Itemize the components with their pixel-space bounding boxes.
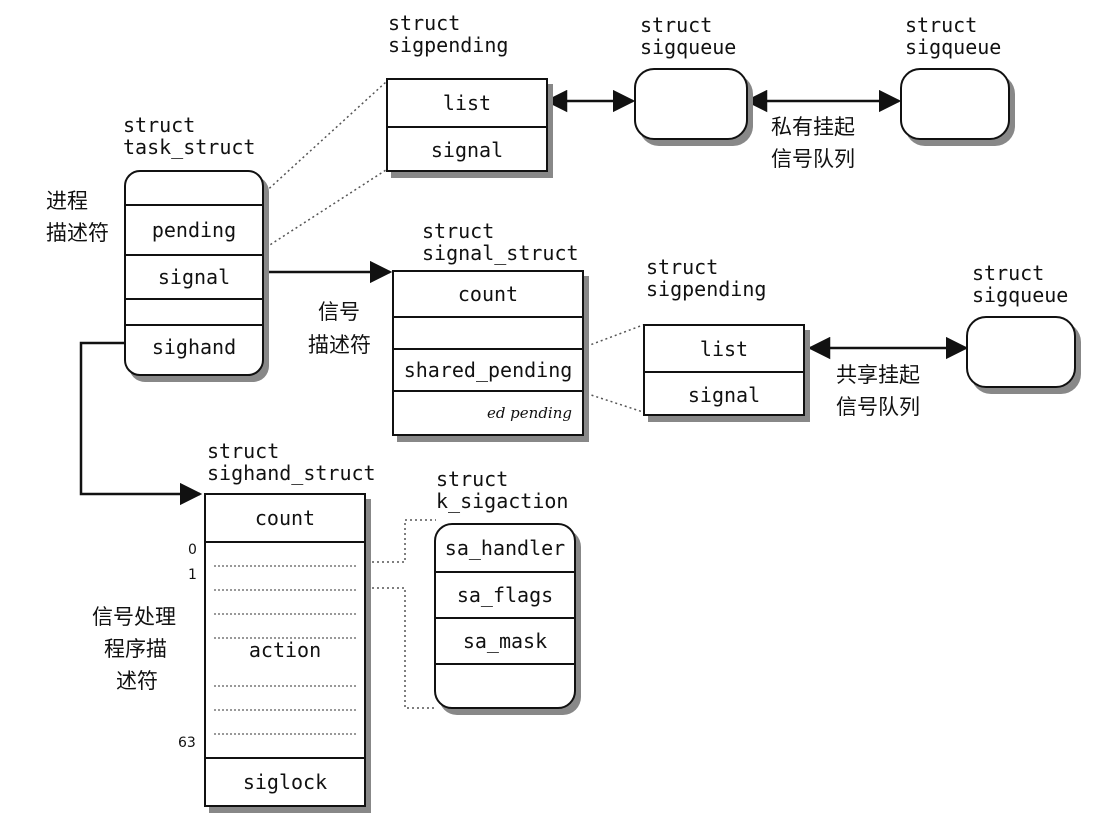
sigpending-shared-label: struct sigpending bbox=[646, 255, 767, 301]
action-entry-divider bbox=[214, 685, 356, 687]
sigpending-top-list-cell: list bbox=[442, 91, 492, 115]
action-entry-divider bbox=[214, 709, 356, 711]
task-struct-signal-cell: signal bbox=[126, 254, 262, 298]
sigqueue-2-box bbox=[900, 68, 1010, 140]
sigqueue-1-box bbox=[634, 68, 748, 140]
shared-leader-top bbox=[581, 324, 644, 349]
sigpending-shared-box: list signal bbox=[643, 324, 805, 416]
process-desc-label-1: 进程 bbox=[46, 189, 88, 213]
action-index-63: 63 bbox=[178, 735, 196, 751]
action-index-1: 1 bbox=[188, 567, 197, 583]
signal-struct-label: struct signal_struct bbox=[422, 219, 579, 265]
sigqueue-shared-label: struct sigqueue bbox=[972, 261, 1069, 307]
handler-desc-label-2: 程序描 bbox=[104, 637, 167, 661]
pending-leader-top bbox=[261, 81, 387, 196]
signal-structures-diagram: struct task_struct 进程 描述符 pending signal… bbox=[0, 0, 1114, 833]
action-leader-top bbox=[372, 519, 436, 563]
k-sigaction-sa-mask-cell: sa_mask bbox=[436, 617, 574, 663]
shared-queue-label-1: 共享挂起 bbox=[836, 363, 920, 387]
shared-queue-label-2: 信号队列 bbox=[836, 395, 920, 419]
action-entry-divider bbox=[214, 637, 356, 639]
sigpending-top-signal-cell: signal bbox=[388, 126, 546, 172]
sigpending-top-label: struct sigpending bbox=[388, 11, 509, 57]
shared-leader-bottom bbox=[581, 391, 644, 413]
task-struct-empty-cell bbox=[126, 298, 262, 324]
signal-desc-label-1: 信号 bbox=[318, 300, 360, 324]
sigqueue-1-label: struct sigqueue bbox=[640, 13, 737, 59]
signal-struct-ed-pending-cell: ed pending bbox=[394, 390, 582, 434]
sighand-struct-box: count action siglock bbox=[204, 493, 366, 807]
action-entry-divider bbox=[214, 613, 356, 615]
task-struct-header-cell bbox=[126, 172, 262, 204]
sighand-action-cell: action bbox=[206, 541, 364, 757]
private-queue-label-2: 信号队列 bbox=[771, 147, 855, 171]
action-entry-divider bbox=[214, 733, 356, 735]
private-queue-label-1: 私有挂起 bbox=[771, 115, 855, 139]
action-leader-bottom bbox=[372, 587, 436, 709]
signal-struct-box: count shared_pending ed pending bbox=[392, 270, 584, 436]
task-struct-box: pending signal sighand bbox=[124, 170, 264, 376]
k-sigaction-empty-cell bbox=[436, 663, 574, 707]
task-struct-sighand-cell: sighand bbox=[126, 324, 262, 368]
sigqueue-2-label: struct sigqueue bbox=[905, 13, 1002, 59]
pending-leader-bottom bbox=[261, 169, 387, 251]
signal-struct-empty-cell bbox=[394, 316, 582, 348]
k-sigaction-label: struct k_sigaction bbox=[436, 467, 569, 513]
signal-struct-count-cell: count bbox=[457, 282, 519, 306]
k-sigaction-sa-flags-cell: sa_flags bbox=[436, 571, 574, 617]
sighand-count-cell: count bbox=[254, 506, 316, 530]
sigqueue-shared-box bbox=[966, 316, 1076, 388]
signal-struct-shared-pending-cell: shared_pending bbox=[394, 348, 582, 390]
sigpending-shared-list-cell: list bbox=[699, 336, 749, 361]
action-index-0: 0 bbox=[188, 542, 197, 558]
sigpending-top-box: list signal bbox=[386, 78, 548, 172]
k-sigaction-box: sa_handler sa_flags sa_mask bbox=[434, 523, 576, 709]
handler-desc-label-3: 述符 bbox=[116, 669, 158, 693]
sighand-siglock-cell: siglock bbox=[206, 757, 364, 805]
action-entry-divider bbox=[214, 565, 356, 567]
k-sigaction-sa-handler-cell: sa_handler bbox=[444, 536, 566, 560]
signal-desc-label-2: 描述符 bbox=[308, 333, 371, 357]
task-struct-label: struct task_struct bbox=[123, 113, 256, 159]
process-desc-label-2: 描述符 bbox=[46, 221, 109, 245]
handler-desc-label-1: 信号处理 bbox=[92, 605, 176, 629]
sighand-struct-label: struct sighand_struct bbox=[207, 439, 376, 485]
action-entry-divider bbox=[214, 589, 356, 591]
task-struct-pending-cell: pending bbox=[126, 204, 262, 254]
sigpending-shared-signal-cell: signal bbox=[645, 371, 803, 416]
